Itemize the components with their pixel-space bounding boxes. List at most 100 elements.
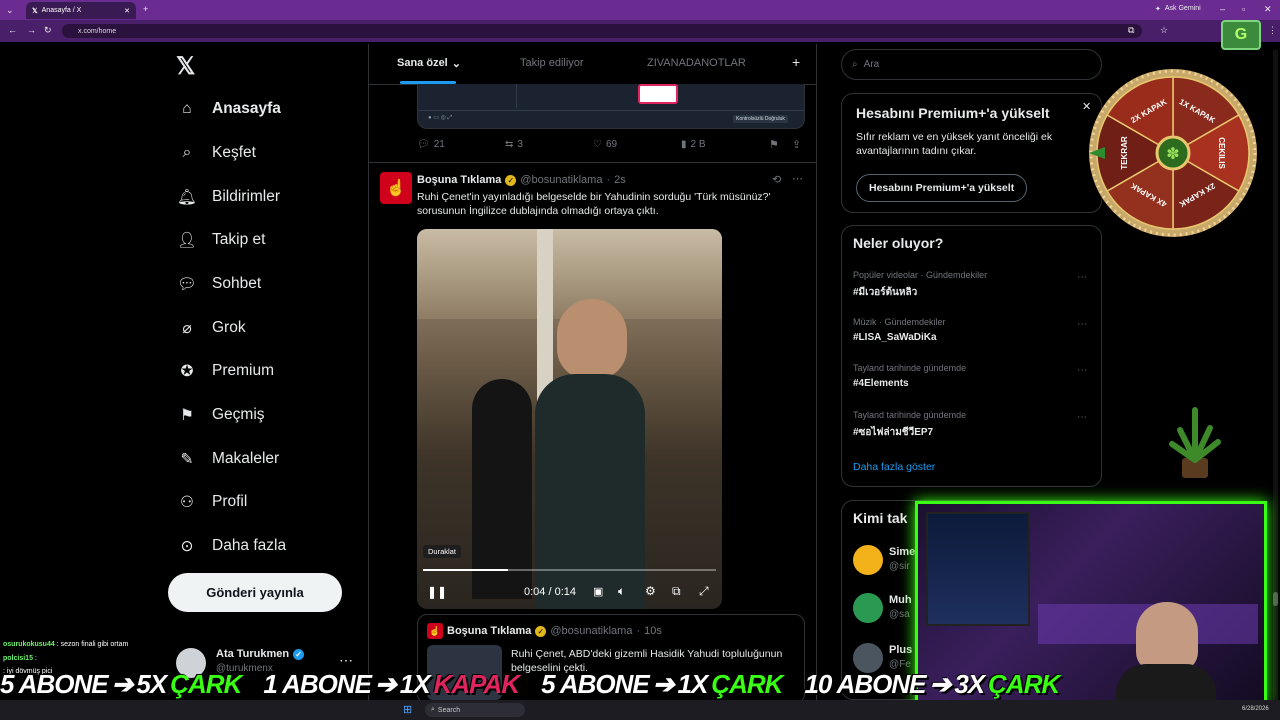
banner-goal: 10 ABONE ➔ 3X ÇARK: [804, 668, 1060, 700]
nav-item-grok[interactable]: ⌀ Grok: [176, 313, 246, 343]
trend-item[interactable]: #มีเวอร์ต้นหลิว: [853, 285, 917, 300]
arrow-right-icon: ➔: [111, 668, 134, 699]
search-input[interactable]: ⌕ Ara: [841, 49, 1102, 80]
scrollbar-thumb[interactable]: [1273, 592, 1278, 606]
tweet-video[interactable]: Duraklat ❚❚ 0:04 / 0:14 ▣ 🔈︎ ⚙ ⧉ ⤢: [417, 229, 722, 609]
article-icon: ✎: [180, 450, 194, 468]
arrow-right-icon: ➔: [374, 668, 397, 699]
reload-icon[interactable]: ↻: [44, 25, 52, 36]
close-tab-icon[interactable]: ✕: [124, 7, 130, 15]
chevron-down-icon: ⌄: [451, 58, 461, 70]
banner-reward-word: ÇARK: [170, 668, 242, 699]
pip-icon[interactable]: ⧉: [672, 584, 681, 599]
taskbar-search[interactable]: ⌕ Search: [425, 703, 525, 717]
avatar[interactable]: [853, 593, 883, 623]
follow-suggestion-name[interactable]: Sime: [889, 546, 915, 558]
ask-gemini-button[interactable]: ✦ Ask Gemini: [1155, 5, 1201, 13]
share-icon[interactable]: ⇪: [792, 138, 801, 151]
verified-gold-icon: ✓: [505, 174, 517, 186]
maximize-icon[interactable]: ▫: [1242, 4, 1245, 14]
forward-icon[interactable]: →: [27, 25, 36, 35]
trend-item[interactable]: #ซอไฟล่ามชีวีEP7: [853, 425, 933, 440]
tweet-author-handle[interactable]: @bosunatiklama: [520, 174, 602, 186]
tab-for-you[interactable]: Sana özel ⌄: [397, 57, 461, 70]
search-icon: ⌕: [182, 144, 192, 161]
bookmark-button-icon[interactable]: ⚑: [769, 138, 779, 151]
reply-button[interactable]: 💬︎ 21: [417, 139, 445, 150]
browser-tab-strip: [0, 0, 1280, 20]
url-text: x.com/home: [78, 27, 117, 35]
tweet-author-name[interactable]: Boşuna Tıklama: [417, 174, 501, 186]
x-logo-icon[interactable]: 𝕏: [176, 52, 195, 81]
x-favicon-icon: 𝕏: [32, 7, 38, 15]
repost-icon: ⇆: [505, 139, 514, 150]
address-bar[interactable]: x.com/home: [62, 24, 1142, 38]
video-tooltip: Duraklat: [423, 545, 461, 558]
chat-icon: 💬︎: [177, 275, 197, 293]
trend-more-icon[interactable]: ⋯: [1077, 319, 1087, 330]
minimize-icon[interactable]: –: [1220, 4, 1225, 14]
follow-suggestion-name[interactable]: Plus: [889, 644, 912, 656]
browser-menu-icon[interactable]: ⋮: [1268, 25, 1277, 36]
grok-explain-icon[interactable]: ⟲: [772, 173, 781, 186]
nav-item-article[interactable]: ✎ Makaleler: [176, 444, 280, 474]
nav-item-label: Makaleler: [212, 450, 280, 467]
banner-reward-multiplier: 1X: [399, 668, 431, 699]
nav-item-search[interactable]: ⌕ Keşfet: [176, 138, 256, 168]
trend-category: Müzik · Gündemdekiler: [853, 317, 946, 327]
tab-following[interactable]: Takip ediliyor: [520, 57, 584, 69]
like-button[interactable]: ♡ 69: [593, 139, 617, 150]
nav-item-profile[interactable]: ⚇ Profil: [176, 487, 247, 517]
reply-count: 21: [433, 139, 445, 150]
fullscreen-icon[interactable]: ⤢: [699, 584, 709, 599]
trend-item[interactable]: #LISA_SaWaDiKa: [853, 332, 937, 343]
subscriber-goal-banner: 5 ABONE ➔ 5X ÇARK 1 ABONE ➔ 1X KAPAK 5 ABONE ➔ 1X Ç…: [0, 664, 1060, 704]
bookmark-star-icon[interactable]: ☆: [1160, 25, 1168, 36]
start-button-icon[interactable]: ⊞: [403, 703, 412, 716]
trend-more-icon[interactable]: ⋯: [1077, 365, 1087, 376]
follow-suggestion-handle: @sa: [889, 609, 910, 620]
previous-media-card[interactable]: ● ▭ ◎ ⤢ Kontrolsüzlü Doğruluk: [417, 84, 805, 129]
browser-tab[interactable]: 𝕏 Anasayfa / X ✕: [26, 2, 136, 19]
video-progress-track[interactable]: [423, 569, 716, 571]
add-tab-icon[interactable]: +: [792, 54, 800, 70]
nav-item-home[interactable]: ⌂ Anasayfa: [176, 94, 281, 124]
trend-more-icon[interactable]: ⋯: [1077, 272, 1087, 283]
tweet-time[interactable]: 2s: [614, 174, 626, 186]
tweet-author-avatar[interactable]: ☝: [380, 172, 412, 204]
settings-gear-icon[interactable]: ⚙: [645, 584, 656, 598]
premium-upgrade-button[interactable]: Hesabını Premium+'a yükselt: [856, 174, 1028, 202]
nav-item-bookmark[interactable]: ⚑ Geçmiş: [176, 400, 265, 430]
banner-reward-multiplier: 1X: [677, 668, 709, 699]
card-divider: [418, 110, 804, 111]
trend-item[interactable]: #4Elements: [853, 378, 909, 389]
nav-item-more[interactable]: ⊙ Daha fazla: [176, 531, 287, 561]
trend-more-icon[interactable]: ⋯: [1077, 412, 1087, 423]
back-icon[interactable]: ←: [8, 25, 17, 35]
tab-search-icon[interactable]: ⌄: [6, 5, 14, 16]
close-window-icon[interactable]: ✕: [1264, 4, 1272, 15]
captions-icon[interactable]: ▣: [593, 585, 603, 598]
nav-item-bell[interactable]: 🔔︎ Bildirimler: [176, 182, 280, 212]
volume-icon[interactable]: 🔈︎: [618, 584, 625, 599]
verified-badge-icon: ✓: [293, 648, 305, 660]
repost-button[interactable]: ⇆ 3: [505, 139, 523, 150]
account-switcher[interactable]: Ata Turukmen ✓: [216, 648, 305, 660]
search-placeholder: Ara: [863, 59, 880, 70]
views-button[interactable]: ▮ 2 B: [681, 139, 706, 150]
nav-item-person-add[interactable]: 👤︎ Takip et: [176, 225, 265, 255]
nav-item-label: Grok: [212, 319, 246, 336]
tab-list[interactable]: ZIVANADANOTLAR: [647, 57, 746, 69]
tweet-more-icon[interactable]: ⋯: [792, 172, 803, 185]
show-more-link[interactable]: Daha fazla göster: [853, 461, 935, 473]
install-icon[interactable]: ⧉: [1128, 25, 1134, 36]
nav-item-premium[interactable]: ✪ Premium: [176, 356, 275, 386]
post-button[interactable]: Gönderi yayınla: [168, 573, 342, 612]
pause-icon[interactable]: ❚❚: [427, 585, 447, 599]
video-person-left: [472, 379, 532, 599]
nav-item-chat[interactable]: 💬︎ Sohbet: [176, 269, 261, 299]
banner-reward-multiplier: 3X: [954, 668, 985, 699]
avatar[interactable]: [853, 545, 883, 575]
new-tab-icon[interactable]: +: [143, 4, 148, 14]
follow-suggestion-name[interactable]: Muh: [889, 594, 912, 606]
